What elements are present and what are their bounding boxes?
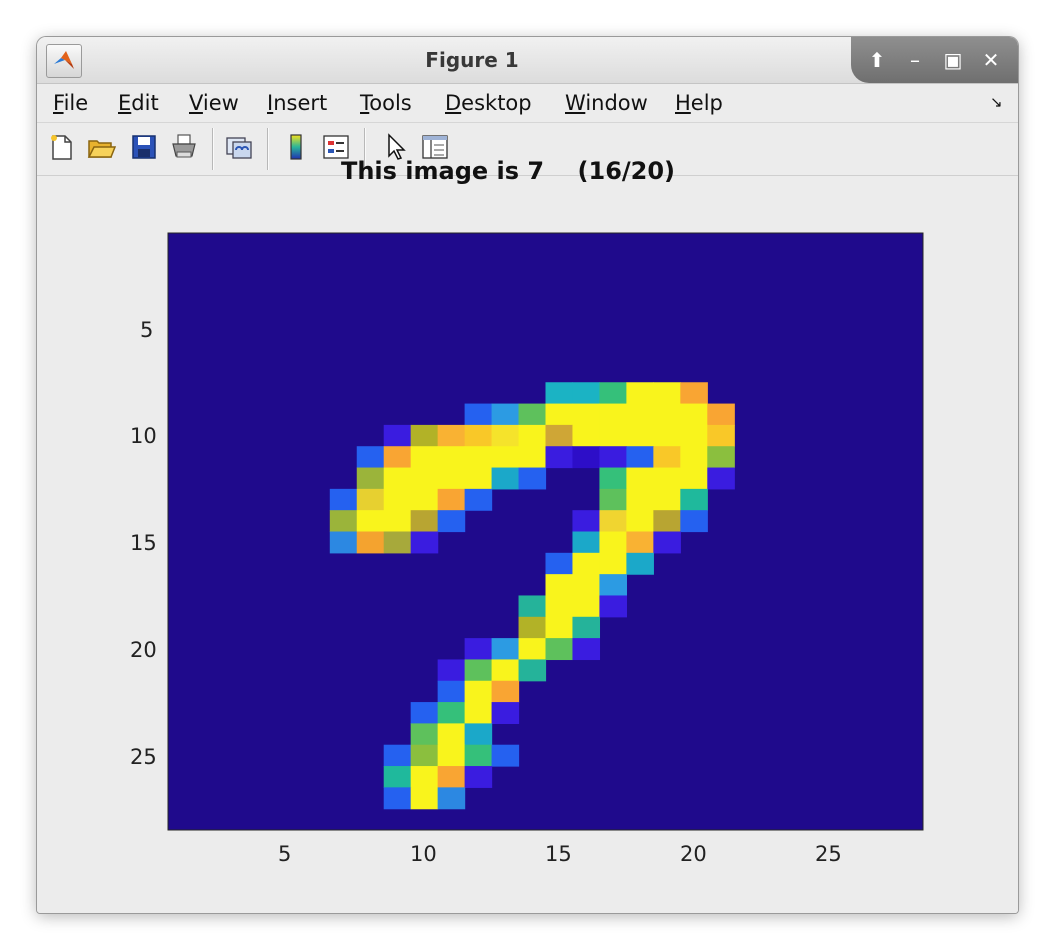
y-tick-label: 15 (130, 531, 157, 555)
menu-edit[interactable]: Edit (118, 90, 159, 116)
new-figure-icon[interactable] (47, 132, 79, 164)
menu-desktop[interactable]: Desktop (445, 90, 532, 116)
menu-view[interactable]: View (189, 90, 239, 116)
menu-window[interactable]: Window (565, 90, 648, 116)
menu-file[interactable]: File (53, 90, 88, 116)
y-tick-label: 25 (130, 745, 157, 769)
minimize-icon[interactable]: – (899, 45, 931, 75)
menu-help[interactable]: Help (675, 90, 723, 116)
x-tick-label: 15 (545, 842, 572, 866)
close-icon[interactable]: ✕ (975, 45, 1007, 75)
title-bar[interactable]: Figure 1 ⬆ – ▣ ✕ (37, 37, 1018, 84)
y-tick-label: 5 (140, 318, 154, 342)
plot-title: This image is 7 (16/20) (340, 157, 676, 185)
menu-bar: File Edit View Insert Tools Desktop Wind… (37, 84, 1018, 123)
dock-arrow-icon[interactable]: ↘ (990, 93, 1003, 111)
x-tick-label: 20 (680, 842, 707, 866)
menu-tools[interactable]: Tools (360, 90, 412, 116)
maximize-up-icon[interactable]: ⬆ (861, 45, 893, 75)
window-title: Figure 1 (425, 48, 519, 72)
x-tick-label: 5 (278, 842, 292, 866)
y-tick-label: 20 (130, 638, 157, 662)
menu-insert[interactable]: Insert (267, 90, 327, 116)
restore-icon[interactable]: ▣ (937, 45, 969, 75)
x-tick-label: 25 (815, 842, 842, 866)
y-tick-label: 10 (130, 424, 157, 448)
figure-canvas (37, 176, 1018, 913)
window-controls: ⬆ – ▣ ✕ (851, 37, 1018, 83)
x-tick-label: 10 (410, 842, 437, 866)
open-file-icon[interactable] (86, 132, 118, 164)
